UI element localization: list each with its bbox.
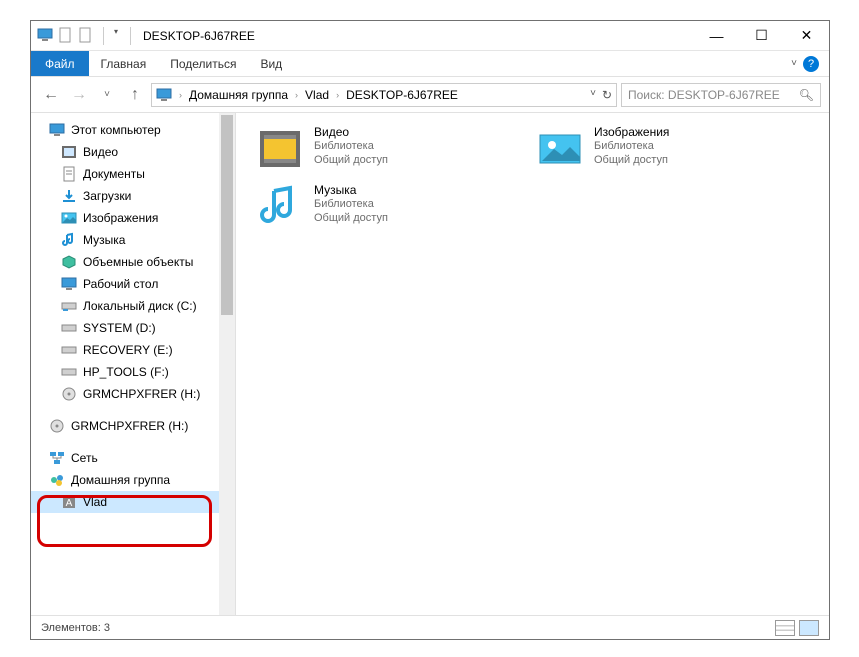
music-icon — [61, 232, 77, 248]
sidebar-item-pictures[interactable]: Изображения — [31, 207, 235, 229]
ribbon-right-controls: ˅ ? — [791, 51, 829, 76]
ribbon-expand-icon[interactable]: ˅ — [791, 58, 797, 69]
separator — [130, 27, 131, 45]
maximize-button[interactable]: ☐ — [739, 21, 784, 51]
window-controls: — ☐ ✕ — [694, 21, 829, 51]
document-icon — [61, 166, 77, 182]
view-switcher — [775, 620, 819, 636]
up-button[interactable]: ↑ — [123, 83, 147, 107]
sidebar-item-documents[interactable]: Документы — [31, 163, 235, 185]
sidebar-item-drive-h-root[interactable]: GRMCHPXFRER (H:) — [31, 415, 235, 437]
status-item-count: Элементов: 3 — [41, 622, 110, 634]
view-details-button[interactable] — [775, 620, 795, 636]
video-icon — [61, 144, 77, 160]
video-folder-icon — [256, 125, 304, 173]
qat-dropdown-icon[interactable]: ▾ — [114, 27, 118, 45]
ribbon-file-tab[interactable]: Файл — [31, 51, 89, 76]
help-icon[interactable]: ? — [803, 56, 819, 72]
sidebar-this-pc[interactable]: Этот компьютер — [31, 119, 235, 141]
homegroup-icon — [49, 472, 65, 488]
sidebar-item-downloads[interactable]: Загрузки — [31, 185, 235, 207]
navigation-bar: ← → ˅ ↑ › Домашняя группа › Vlad › DESKT… — [31, 77, 829, 113]
refresh-icon[interactable]: ↻ — [602, 88, 612, 102]
sidebar-user-vlad[interactable]: AVlad — [31, 491, 235, 513]
explorer-window: ▾ DESKTOP-6J67REE — ☐ ✕ Файл Главная Под… — [30, 20, 830, 640]
chevron-right-icon[interactable]: › — [336, 90, 339, 100]
search-input[interactable]: Поиск: DESKTOP-6J67REE 🔍︎ — [621, 83, 821, 107]
sidebar-item-drive-d[interactable]: SYSTEM (D:) — [31, 317, 235, 339]
titlebar[interactable]: ▾ DESKTOP-6J67REE — ☐ ✕ — [31, 21, 829, 51]
address-bar[interactable]: › Домашняя группа › Vlad › DESKTOP-6J67R… — [151, 83, 617, 107]
svg-text:A: A — [66, 498, 73, 509]
status-bar: Элементов: 3 — [31, 615, 829, 639]
sidebar-item-music[interactable]: Музыка — [31, 229, 235, 251]
folder-item-videos[interactable]: Видео Библиотека Общий доступ — [256, 125, 496, 173]
content-area: Этот компьютер Видео Документы Загрузки … — [31, 113, 829, 615]
recent-locations-button[interactable]: ˅ — [95, 83, 119, 107]
sidebar-item-drive-c[interactable]: Локальный диск (C:) — [31, 295, 235, 317]
desktop-icon — [61, 276, 77, 292]
blank-doc-icon — [57, 27, 73, 43]
computer-icon — [49, 122, 65, 138]
sidebar-item-drive-e[interactable]: RECOVERY (E:) — [31, 339, 235, 361]
pictures-folder-icon — [536, 125, 584, 173]
ribbon-tab-view[interactable]: Вид — [248, 51, 294, 76]
items-view[interactable]: Видео Библиотека Общий доступ Изображени… — [236, 113, 829, 615]
drive-icon — [61, 320, 77, 336]
search-icon[interactable]: 🔍︎ — [799, 88, 814, 102]
forward-button[interactable]: → — [67, 83, 91, 107]
sidebar-item-drive-h[interactable]: GRMCHPXFRER (H:) — [31, 383, 235, 405]
ribbon-tab-home[interactable]: Главная — [89, 51, 159, 76]
close-button[interactable]: ✕ — [784, 21, 829, 51]
address-dropdown-icon[interactable]: ˅ — [590, 88, 596, 102]
breadcrumb-item[interactable]: Vlad — [305, 88, 329, 102]
minimize-button[interactable]: — — [694, 21, 739, 51]
sidebar-item-drive-f[interactable]: HP_TOOLS (F:) — [31, 361, 235, 383]
sidebar-item-videos[interactable]: Видео — [31, 141, 235, 163]
breadcrumb-item[interactable]: DESKTOP-6J67REE — [346, 88, 458, 102]
picture-icon — [61, 210, 77, 226]
window-title: DESKTOP-6J67REE — [143, 29, 255, 43]
separator — [103, 27, 104, 45]
cube-icon — [61, 254, 77, 270]
sidebar-scrollbar[interactable] — [219, 113, 235, 615]
disc-icon — [61, 386, 77, 402]
navigation-pane[interactable]: Этот компьютер Видео Документы Загрузки … — [31, 113, 236, 615]
disc-icon — [49, 418, 65, 434]
folder-item-pictures[interactable]: Изображения Библиотека Общий доступ — [536, 125, 776, 173]
breadcrumb-item[interactable]: Домашняя группа — [189, 88, 288, 102]
sidebar-network[interactable]: Сеть — [31, 447, 235, 469]
chevron-right-icon[interactable]: › — [295, 90, 298, 100]
sidebar-homegroup[interactable]: Домашняя группа — [31, 469, 235, 491]
back-button[interactable]: ← — [39, 83, 63, 107]
titlebar-qat: ▾ — [31, 27, 124, 45]
computer-icon — [37, 27, 53, 43]
drive-icon — [61, 342, 77, 358]
folder-item-music[interactable]: Музыка Библиотека Общий доступ — [256, 183, 496, 231]
sidebar-item-desktop[interactable]: Рабочий стол — [31, 273, 235, 295]
blank-doc-icon — [77, 27, 93, 43]
chevron-right-icon[interactable]: › — [179, 90, 182, 100]
search-placeholder: Поиск: DESKTOP-6J67REE — [628, 88, 780, 102]
network-icon — [49, 450, 65, 466]
scrollbar-thumb[interactable] — [221, 115, 233, 315]
user-icon: A — [61, 494, 77, 510]
ribbon-tab-share[interactable]: Поделиться — [158, 51, 248, 76]
view-large-button[interactable] — [799, 620, 819, 636]
drive-icon — [61, 364, 77, 380]
drive-icon — [61, 298, 77, 314]
sidebar-item-3d-objects[interactable]: Объемные объекты — [31, 251, 235, 273]
music-folder-icon — [256, 183, 304, 231]
download-icon — [61, 188, 77, 204]
computer-icon — [156, 87, 172, 103]
ribbon: Файл Главная Поделиться Вид ˅ ? — [31, 51, 829, 77]
